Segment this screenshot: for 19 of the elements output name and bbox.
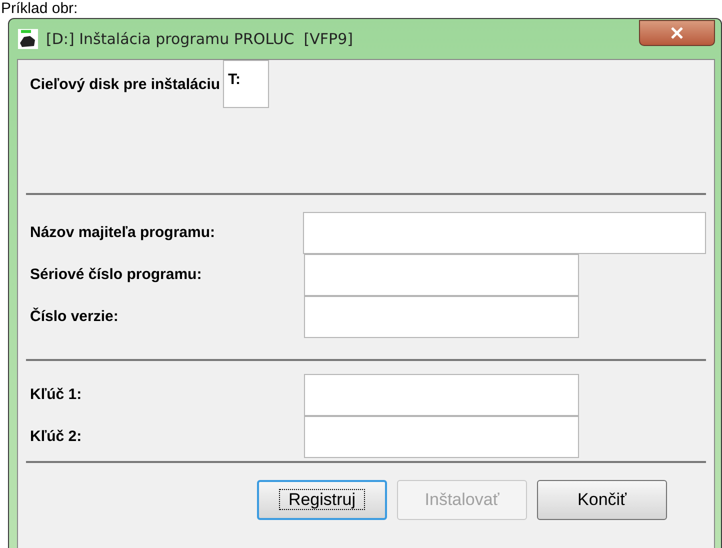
- input-field[interactable]: [304, 374, 579, 416]
- field-label: Kľúč 1:: [30, 384, 83, 405]
- close-button[interactable]: [639, 20, 715, 46]
- input-field[interactable]: [304, 296, 579, 338]
- dialog-button[interactable]: Končiť: [537, 480, 667, 520]
- disk-field[interactable]: T:: [223, 60, 270, 108]
- field-label: Názov majiteľa programu:: [30, 222, 216, 243]
- app-icon: [18, 29, 38, 49]
- input-field[interactable]: [302, 212, 706, 254]
- field-label: Sériové číslo programu:: [30, 264, 203, 285]
- field-label: Kľúč 2:: [30, 426, 83, 447]
- field-label: Číslo verzie:: [30, 306, 120, 327]
- field-label: Cieľový disk pre inštaláciu: [30, 75, 220, 95]
- caption: Príklad obr:: [1, 0, 79, 18]
- dialog-button[interactable]: Registruj: [257, 480, 387, 520]
- window-title: [D:] Inštalácia programu PROLUC [VFP9]: [46, 28, 353, 50]
- input-field[interactable]: [304, 416, 579, 458]
- close-icon: [670, 27, 684, 39]
- input-field[interactable]: [304, 254, 579, 296]
